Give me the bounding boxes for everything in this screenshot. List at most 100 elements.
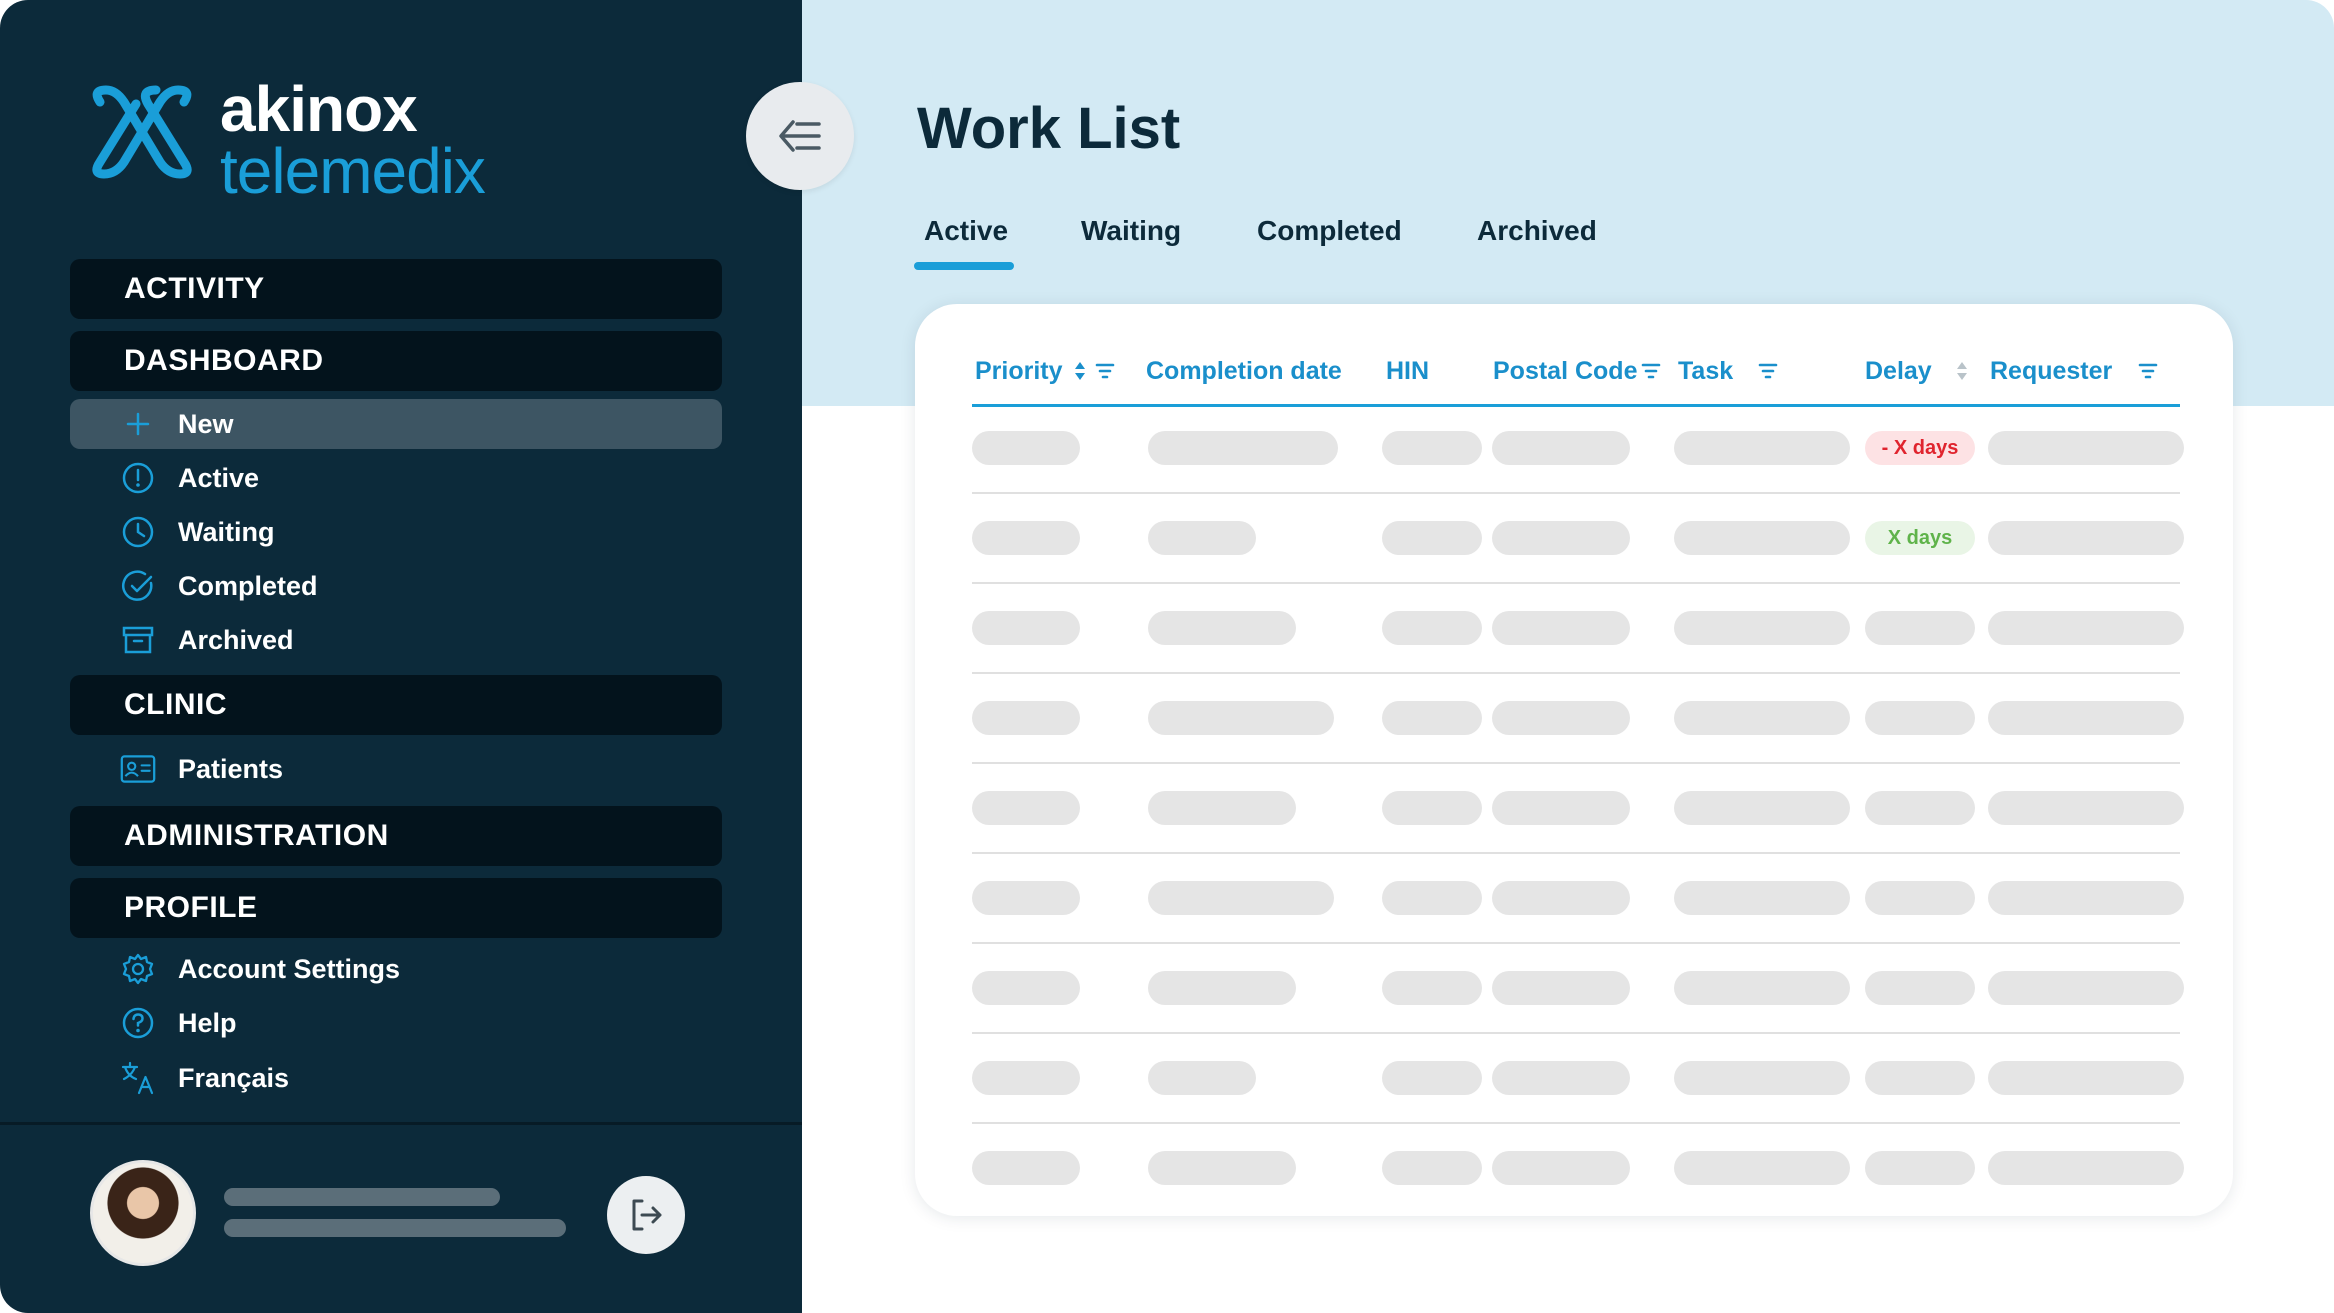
- skeleton-cell: [1492, 521, 1630, 555]
- skeleton-cell: [1865, 611, 1975, 645]
- skeleton-cell: [972, 611, 1080, 645]
- column-header-task[interactable]: Task: [1678, 357, 1733, 386]
- sidebar-item-waiting[interactable]: Waiting: [70, 507, 722, 557]
- skeleton-cell: [1492, 791, 1630, 825]
- sidebar-item-label: Waiting: [178, 516, 275, 547]
- column-header-delay[interactable]: Delay: [1865, 357, 1932, 386]
- skeleton-cell: [1988, 521, 2184, 555]
- user-email-placeholder: [224, 1219, 566, 1237]
- filter-icon[interactable]: [1094, 360, 1116, 382]
- sidebar-item-help[interactable]: Help: [70, 998, 722, 1048]
- skeleton-cell: [1382, 521, 1482, 555]
- help-circle-icon: [120, 1005, 156, 1041]
- skeleton-cell: [1988, 1151, 2184, 1185]
- skeleton-cell: [1988, 791, 2184, 825]
- logout-icon: [632, 1199, 662, 1231]
- skeleton-cell: [1865, 791, 1975, 825]
- id-card-icon: [120, 751, 156, 787]
- tab-active[interactable]: Active: [924, 215, 1008, 247]
- skeleton-cell: [1148, 1151, 1296, 1185]
- tab-archived[interactable]: Archived: [1477, 215, 1597, 247]
- section-dashboard[interactable]: DASHBOARD: [70, 331, 722, 391]
- skeleton-cell: [1492, 701, 1630, 735]
- filter-icon[interactable]: [1640, 360, 1662, 382]
- skeleton-cell: [1382, 611, 1482, 645]
- delay-badge-overdue: - X days: [1865, 431, 1975, 465]
- collapse-sidebar-button[interactable]: [746, 82, 854, 190]
- sidebar-item-label: Account Settings: [178, 953, 401, 984]
- skeleton-cell: [1988, 431, 2184, 465]
- skeleton-cell: [1148, 521, 1256, 555]
- section-clinic[interactable]: CLINIC: [70, 675, 722, 735]
- brand-name-secondary: telemedix: [220, 135, 486, 207]
- alert-circle-icon: [120, 460, 156, 496]
- active-tab-indicator: [914, 262, 1014, 270]
- sort-icon[interactable]: [1072, 360, 1088, 382]
- skeleton-cell: [1988, 611, 2184, 645]
- sidebar-item-archived[interactable]: Archived: [70, 615, 722, 665]
- column-header-priority[interactable]: Priority: [975, 357, 1063, 386]
- column-header-completion-date[interactable]: Completion date: [1146, 357, 1342, 386]
- skeleton-cell: [972, 701, 1080, 735]
- skeleton-cell: [1674, 431, 1850, 465]
- skeleton-cell: [1492, 971, 1630, 1005]
- skeleton-cell: [1865, 971, 1975, 1005]
- skeleton-cell: [1865, 701, 1975, 735]
- skeleton-cell: [1148, 611, 1296, 645]
- row-divider: [972, 672, 2180, 674]
- sidebar-item-label: Active: [178, 462, 260, 493]
- sidebar-item-active[interactable]: Active: [70, 453, 722, 503]
- sidebar-item-patients[interactable]: Patients: [70, 744, 722, 794]
- skeleton-cell: [1382, 791, 1482, 825]
- akinox-x-icon: [92, 85, 192, 179]
- skeleton-cell: [1988, 1061, 2184, 1095]
- skeleton-cell: [1382, 1151, 1482, 1185]
- column-header-postal-code[interactable]: Postal Code: [1493, 357, 1637, 386]
- skeleton-cell: [972, 881, 1080, 915]
- sidebar-item-account-settings[interactable]: Account Settings: [70, 944, 722, 994]
- skeleton-cell: [1382, 1061, 1482, 1095]
- sidebar-item-language[interactable]: Français: [70, 1053, 722, 1103]
- skeleton-cell: [1988, 881, 2184, 915]
- section-administration[interactable]: ADMINISTRATION: [70, 806, 722, 866]
- tab-waiting[interactable]: Waiting: [1081, 215, 1181, 247]
- row-divider: [972, 1032, 2180, 1034]
- user-avatar[interactable]: [90, 1160, 196, 1266]
- column-header-hin[interactable]: HIN: [1386, 357, 1429, 386]
- sidebar-item-label: Français: [178, 1062, 290, 1093]
- skeleton-cell: [972, 971, 1080, 1005]
- footer-divider: [0, 1122, 802, 1125]
- gear-icon: [120, 951, 156, 987]
- sort-icon[interactable]: [1954, 360, 1970, 382]
- skeleton-cell: [1865, 1151, 1975, 1185]
- filter-icon[interactable]: [1757, 360, 1779, 382]
- page-title: Work List: [917, 96, 1181, 161]
- skeleton-cell: [1674, 1061, 1850, 1095]
- skeleton-cell: [1148, 431, 1338, 465]
- logout-button[interactable]: [607, 1176, 685, 1254]
- sidebar: akinox telemedix ACTIVITY DASHBOARD New …: [0, 0, 802, 1313]
- skeleton-cell: [1988, 701, 2184, 735]
- table-header-divider: [972, 404, 2180, 407]
- column-header-requester[interactable]: Requester: [1990, 357, 2112, 386]
- plus-icon: [120, 406, 156, 442]
- filter-icon[interactable]: [2137, 360, 2159, 382]
- skeleton-cell: [1492, 1061, 1630, 1095]
- skeleton-cell: [1148, 881, 1334, 915]
- archive-box-icon: [120, 622, 156, 658]
- section-profile[interactable]: PROFILE: [70, 878, 722, 938]
- skeleton-cell: [1148, 1061, 1256, 1095]
- row-divider: [972, 942, 2180, 944]
- sidebar-item-completed[interactable]: Completed: [70, 561, 722, 611]
- sidebar-item-new[interactable]: New: [70, 399, 722, 449]
- sidebar-item-label: Patients: [178, 753, 284, 784]
- row-divider: [972, 852, 2180, 854]
- skeleton-cell: [1148, 791, 1296, 825]
- translate-icon: [120, 1060, 156, 1096]
- skeleton-cell: [1674, 1151, 1850, 1185]
- skeleton-cell: [1492, 881, 1630, 915]
- tab-completed[interactable]: Completed: [1257, 215, 1402, 247]
- skeleton-cell: [1148, 701, 1334, 735]
- skeleton-cell: [1865, 1061, 1975, 1095]
- section-activity[interactable]: ACTIVITY: [70, 259, 722, 319]
